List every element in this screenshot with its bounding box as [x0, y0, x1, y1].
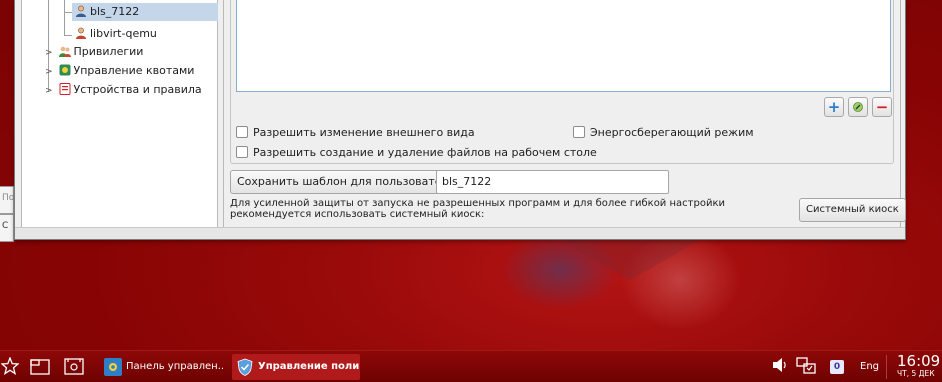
tree-item-user[interactable]: bls_7122 — [72, 3, 218, 21]
privileges-icon — [58, 46, 71, 57]
quota-icon — [59, 64, 70, 76]
clock-date: ЧТ, 5 ДЕК — [897, 369, 935, 378]
wallpaper-shape — [560, 240, 700, 280]
edit-button[interactable] — [848, 97, 868, 117]
tree-item-user[interactable]: libvirt-qemu — [72, 25, 157, 43]
tree-connector — [64, 0, 65, 36]
volume-icon[interactable] — [770, 357, 790, 377]
template-user-input[interactable]: bls_7122 — [436, 170, 669, 194]
checkbox-box[interactable] — [236, 126, 248, 138]
tree-item-privileges[interactable]: > Привилегии — [45, 43, 143, 61]
workspace-indicator[interactable]: 0 — [830, 360, 844, 374]
tree-connector — [64, 35, 72, 36]
allow-desktop-files-checkbox[interactable]: Разрешить создание и удаление файлов на … — [236, 145, 597, 161]
navigation-tree: bls_7122 libvirt-qemu > Привилегии > Упр… — [21, 0, 218, 228]
tree-item-quotas[interactable]: > Управление квотами — [45, 62, 194, 80]
windows-switcher-icon[interactable] — [30, 357, 50, 377]
window-status-area — [15, 227, 905, 239]
start-menu-star-icon[interactable] — [0, 356, 20, 377]
power-saving-checkbox[interactable]: Энергосберегающий режим — [573, 125, 754, 141]
tree-item-devices[interactable]: > Устройства и правила — [45, 81, 202, 99]
chevron-right-icon[interactable]: > — [45, 82, 55, 100]
network-icon[interactable] — [796, 357, 816, 377]
policy-management-window: bls_7122 libvirt-qemu > Привилегии > Упр… — [14, 0, 906, 240]
clock-time[interactable]: 16:09 — [897, 353, 940, 369]
control-panel-icon — [104, 358, 122, 376]
user-icon — [76, 5, 86, 17]
background-window-fragment[interactable]: С — [0, 214, 14, 242]
policy-shield-icon — [237, 358, 253, 376]
checkbox-box[interactable] — [573, 126, 585, 138]
save-template-button[interactable]: Сохранить шаблон для пользователя: — [230, 170, 466, 194]
chevron-right-icon[interactable]: > — [45, 63, 55, 81]
system-kiosk-button[interactable]: Системный киоск — [799, 198, 906, 222]
keyboard-layout-indicator[interactable]: Eng — [860, 361, 879, 372]
desktop-icon[interactable] — [64, 357, 84, 377]
kiosk-hint-text: Для усиленной защиты от запуска не разре… — [230, 198, 725, 220]
tree-connector — [64, 12, 72, 13]
add-button[interactable]: + — [824, 97, 844, 117]
items-listbox[interactable] — [236, 0, 891, 92]
user-icon — [76, 27, 86, 39]
options-group: + − Разрешить изменение внешнего вида Эн… — [230, 0, 894, 164]
chevron-right-icon[interactable]: > — [45, 44, 55, 62]
tray-divider — [886, 355, 887, 379]
taskbar: Панель управлен... Управление поли... 0 … — [0, 350, 942, 382]
remove-button[interactable]: − — [872, 97, 892, 117]
background-window-fragment[interactable]: По — [0, 186, 14, 214]
settings-panel: + − Разрешить изменение внешнего вида Эн… — [223, 0, 906, 228]
checkbox-box[interactable] — [236, 146, 248, 158]
taskbar-task-policy-management[interactable]: Управление поли... — [232, 354, 360, 380]
allow-appearance-checkbox[interactable]: Разрешить изменение внешнего вида — [236, 125, 475, 141]
edit-icon — [853, 102, 863, 112]
device-rules-icon — [59, 83, 70, 95]
taskbar-task-control-panel[interactable]: Панель управлен... — [100, 354, 224, 380]
